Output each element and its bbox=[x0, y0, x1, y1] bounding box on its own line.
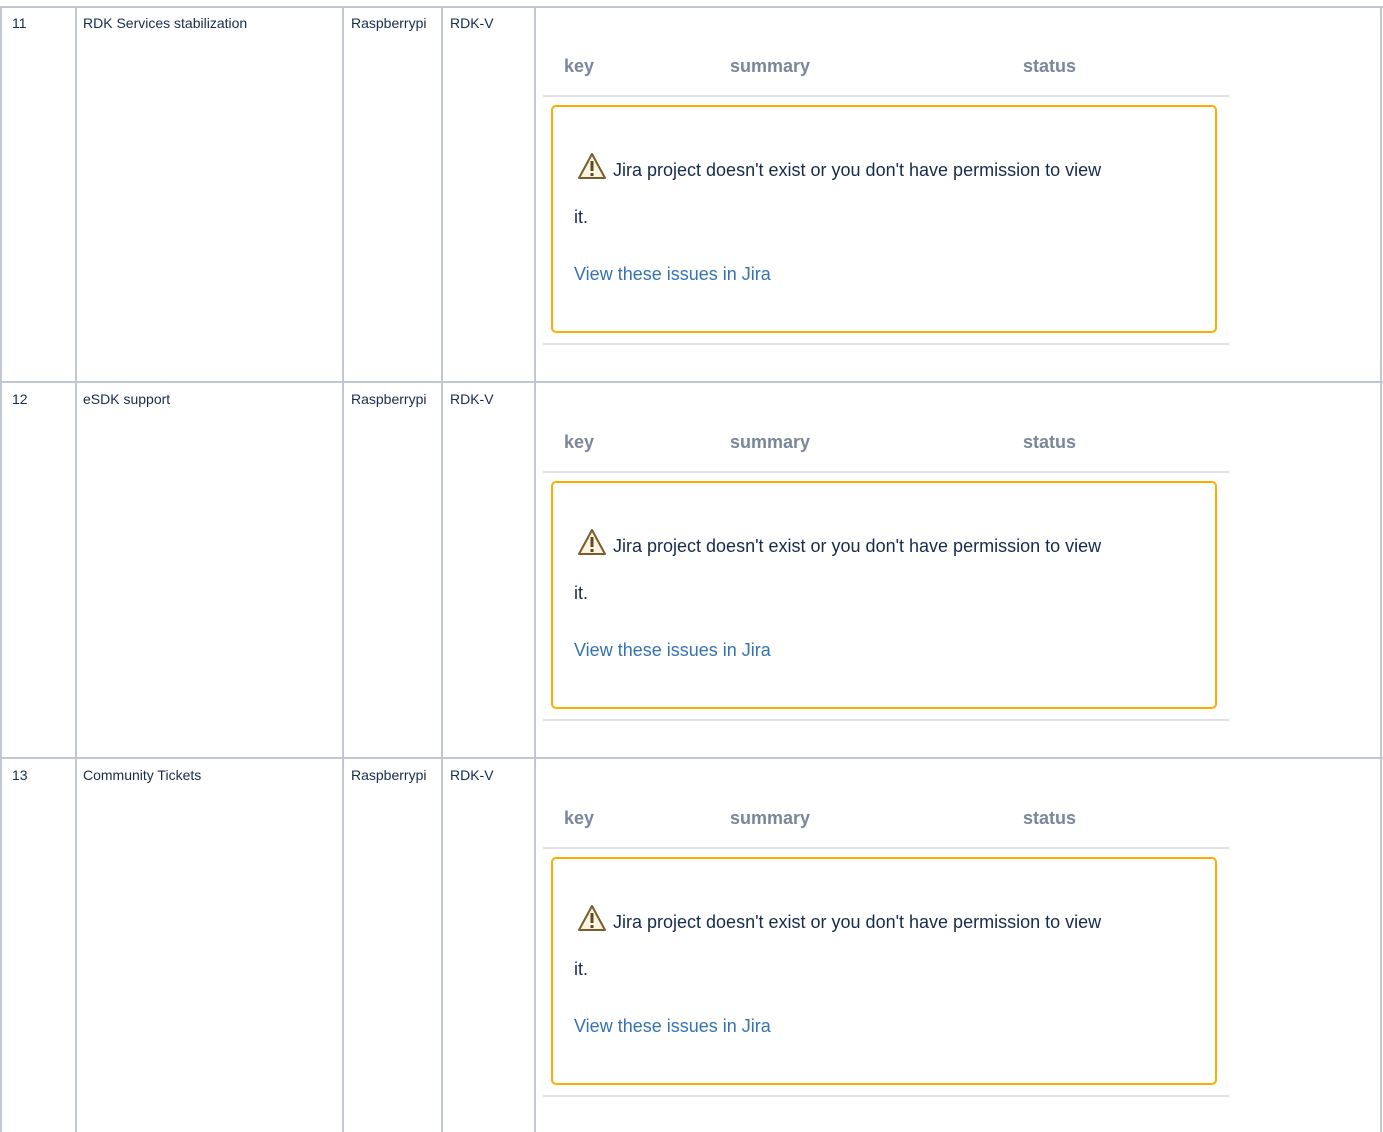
jira-issues-macro: key summary status Jira project doesn't … bbox=[543, 10, 1229, 350]
column-divider bbox=[1380, 6, 1382, 382]
column-header-status[interactable]: status bbox=[1023, 432, 1076, 453]
warning-text-continued: it. bbox=[574, 959, 589, 979]
column-header-summary[interactable]: summary bbox=[730, 808, 810, 829]
jira-table-header: key summary status bbox=[543, 762, 1229, 828]
warning-text-continued: it. bbox=[574, 207, 589, 227]
column-divider bbox=[441, 382, 443, 758]
profile-cell: RDK-V bbox=[450, 391, 494, 407]
row-number: 11 bbox=[12, 15, 27, 31]
platform-cell: Raspberrypi bbox=[351, 391, 427, 407]
column-header-status[interactable]: status bbox=[1023, 808, 1076, 829]
footer-divider bbox=[543, 719, 1229, 721]
jira-issues-macro: key summary status Jira project doesn't … bbox=[543, 386, 1229, 726]
column-divider bbox=[441, 6, 443, 382]
footer-divider bbox=[543, 1095, 1229, 1097]
column-header-key[interactable]: key bbox=[564, 808, 594, 829]
jira-warning-box: Jira project doesn't exist or you don't … bbox=[551, 481, 1217, 709]
feature-name: eSDK support bbox=[83, 391, 171, 407]
jira-warning-box: Jira project doesn't exist or you don't … bbox=[551, 857, 1217, 1085]
header-divider bbox=[543, 471, 1229, 473]
column-header-summary[interactable]: summary bbox=[730, 432, 810, 453]
column-header-key[interactable]: key bbox=[564, 56, 594, 77]
table-row: 12 eSDK support Raspberrypi RDK-V key su… bbox=[0, 382, 1383, 758]
column-divider bbox=[342, 6, 344, 382]
column-divider bbox=[441, 758, 443, 1132]
warning-text-continued: it. bbox=[574, 583, 589, 603]
profile-cell: RDK-V bbox=[450, 767, 494, 783]
platform-cell: Raspberrypi bbox=[351, 767, 427, 783]
column-header-status[interactable]: status bbox=[1023, 56, 1076, 77]
warning-icon bbox=[577, 528, 607, 556]
warning-message: Jira project doesn't exist or you don't … bbox=[577, 528, 1101, 557]
roadmap-table: 11 RDK Services stabilization Raspberryp… bbox=[0, 0, 1383, 1132]
column-divider bbox=[1380, 382, 1382, 758]
column-divider bbox=[342, 382, 344, 758]
header-divider bbox=[543, 95, 1229, 97]
jira-table-header: key summary status bbox=[543, 10, 1229, 76]
warning-text: Jira project doesn't exist or you don't … bbox=[613, 912, 1102, 932]
table-row: 11 RDK Services stabilization Raspberryp… bbox=[0, 6, 1383, 382]
row-number: 12 bbox=[12, 391, 28, 407]
header-divider bbox=[543, 847, 1229, 849]
column-divider bbox=[0, 758, 2, 1132]
column-divider bbox=[75, 382, 77, 758]
feature-name: RDK Services stabilization bbox=[83, 15, 248, 31]
column-divider bbox=[534, 6, 536, 382]
column-divider bbox=[1380, 758, 1382, 1132]
column-divider bbox=[534, 382, 536, 758]
view-in-jira-link[interactable]: View these issues in Jira bbox=[574, 640, 771, 661]
table-row: 13 Community Tickets Raspberrypi RDK-V k… bbox=[0, 758, 1383, 1132]
warning-message: Jira project doesn't exist or you don't … bbox=[577, 904, 1101, 933]
footer-divider bbox=[543, 343, 1229, 345]
warning-icon bbox=[577, 152, 607, 180]
column-divider bbox=[0, 6, 2, 382]
warning-message: Jira project doesn't exist or you don't … bbox=[577, 152, 1101, 181]
view-in-jira-link[interactable]: View these issues in Jira bbox=[574, 264, 771, 285]
column-divider bbox=[534, 758, 536, 1132]
warning-text: Jira project doesn't exist or you don't … bbox=[613, 160, 1102, 180]
jira-issues-macro: key summary status Jira project doesn't … bbox=[543, 762, 1229, 1102]
profile-cell: RDK-V bbox=[450, 15, 494, 31]
warning-icon bbox=[577, 904, 607, 932]
column-divider bbox=[0, 382, 2, 758]
column-divider bbox=[75, 6, 77, 382]
view-in-jira-link[interactable]: View these issues in Jira bbox=[574, 1016, 771, 1037]
column-divider bbox=[342, 758, 344, 1132]
column-header-key[interactable]: key bbox=[564, 432, 594, 453]
jira-table-header: key summary status bbox=[543, 386, 1229, 452]
feature-name: Community Tickets bbox=[83, 767, 202, 783]
warning-text: Jira project doesn't exist or you don't … bbox=[613, 536, 1102, 556]
column-header-summary[interactable]: summary bbox=[730, 56, 810, 77]
jira-warning-box: Jira project doesn't exist or you don't … bbox=[551, 105, 1217, 333]
row-number: 13 bbox=[12, 767, 28, 783]
platform-cell: Raspberrypi bbox=[351, 15, 427, 31]
column-divider bbox=[75, 758, 77, 1132]
